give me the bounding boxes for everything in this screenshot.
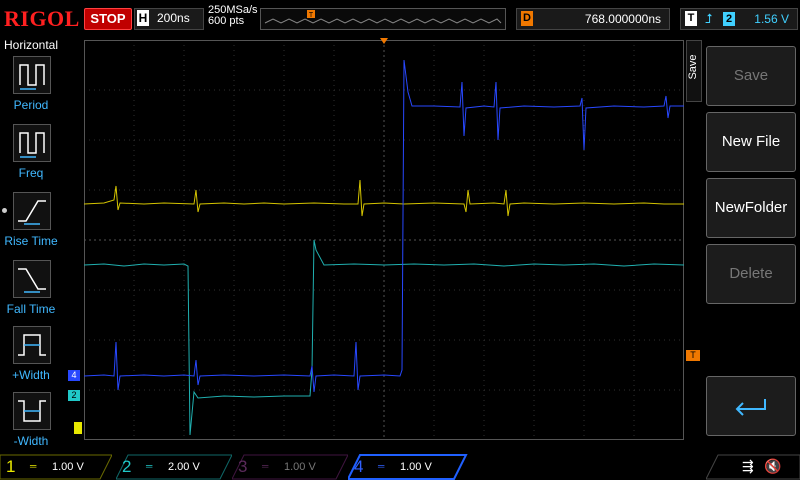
measure-period-label: Period [13,98,49,112]
trigger-source: 2 [723,12,735,26]
measure-neg-width-button[interactable] [13,392,51,430]
channel-3-scale: 1.00 V [284,461,316,473]
measure-freq-label: Freq [18,166,44,180]
dc-coupling-icon: ═ [146,461,153,471]
channel-1-scale: 1.00 V [52,461,84,473]
measure-fall-time-label: Fall Time [6,302,56,316]
menu-tab[interactable]: Save [686,40,702,102]
channel-2-offset-marker[interactable]: 2 [68,390,80,401]
channel-3-status[interactable]: 3 ═ 1.00 V [232,454,348,480]
sidebar-title: Horizontal [3,38,59,52]
svg-text:T: T [309,12,314,19]
brand-logo: RIGOL [4,6,80,31]
channel-1-offset-marker[interactable] [74,422,82,434]
measure-freq-button[interactable] [13,124,51,162]
measure-pos-width-label: +Width [12,368,50,382]
delay-display[interactable]: D 768.000000ns [516,8,670,30]
timebase-value: 200ns [157,11,190,25]
positive-width-icon [18,334,46,356]
channel-4-scale: 1.00 V [400,461,432,473]
measure-rise-time-button[interactable] [13,192,51,230]
new-file-button[interactable]: New File [706,112,796,172]
rising-edge-icon: ⮥ [705,11,713,26]
channel-status-bar: 1 ═ 1.00 V 2 ═ 2.00 V 3 ═ 1.00 V 4 ═ 1.0… [0,454,800,480]
new-folder-button[interactable]: NewFolder [706,178,796,238]
delay-value: 768.000000ns [584,12,661,26]
memory-waveform-icon: T [264,10,502,24]
channel-4-status[interactable]: 4 ═ 1.00 V [348,454,468,480]
rise-time-icon [18,200,46,225]
measure-period-button[interactable] [13,56,51,94]
dc-coupling-icon: ═ [378,461,385,471]
dc-coupling-icon: ═ [30,461,37,471]
dc-coupling-icon: ═ [262,461,269,471]
trigger-level-marker[interactable]: T [686,350,700,361]
delete-button[interactable]: Delete [706,244,796,304]
channel-4-number: 4 [354,457,364,476]
speaker-muted-icon[interactable]: 🔇 [764,458,781,475]
acquisition-info: 250MSa/s 600 pts [208,5,258,27]
timebase-key: H [137,10,149,26]
period-icon [19,64,45,90]
system-icons: ⇶ 🔇 [706,454,800,480]
channel-2-scale: 2.00 V [168,461,200,473]
frequency-icon [19,132,45,158]
channel-3-number: 3 [238,457,248,476]
waveform-display[interactable] [83,40,685,440]
channel-1-number: 1 [6,457,16,476]
channel-2-number: 2 [122,457,132,476]
measure-fall-time-button[interactable] [13,260,51,298]
page-dot-icon [2,208,7,213]
channel-4-offset-marker[interactable]: 4 [68,370,80,381]
measure-pos-width-button[interactable] [13,326,51,364]
menu-tab-label: Save [687,54,699,80]
fall-time-icon [18,268,46,293]
trigger-level: 1.56 V [754,12,789,26]
save-button[interactable]: Save [706,46,796,106]
channel-1-status[interactable]: 1 ═ 1.00 V [0,454,112,480]
channel-2-status[interactable]: 2 ═ 2.00 V [116,454,232,480]
waveform-graticule [83,40,685,440]
measure-rise-time-label: Rise Time [4,234,58,248]
measure-sidebar: Horizontal Period Freq Rise Time Fall Ti… [0,36,62,454]
negative-width-icon [18,400,46,422]
usb-icon: ⇶ [742,458,754,474]
trigger-display[interactable]: T ⮥ 2 1.56 V [680,8,798,30]
return-arrow-icon [735,399,766,416]
memory-position-bar[interactable]: T [260,8,506,30]
trigger-position-marker[interactable] [380,38,388,44]
back-button[interactable] [706,376,796,436]
delay-key: D [521,11,533,26]
trigger-key: T [685,11,697,26]
run-stop-status[interactable]: STOP [84,8,132,30]
memory-depth: 600 pts [208,15,245,27]
measure-neg-width-label: -Width [13,434,49,448]
save-menu: Save New File NewFolder Delete [702,40,800,440]
timebase-display[interactable]: H 200ns [134,8,204,30]
